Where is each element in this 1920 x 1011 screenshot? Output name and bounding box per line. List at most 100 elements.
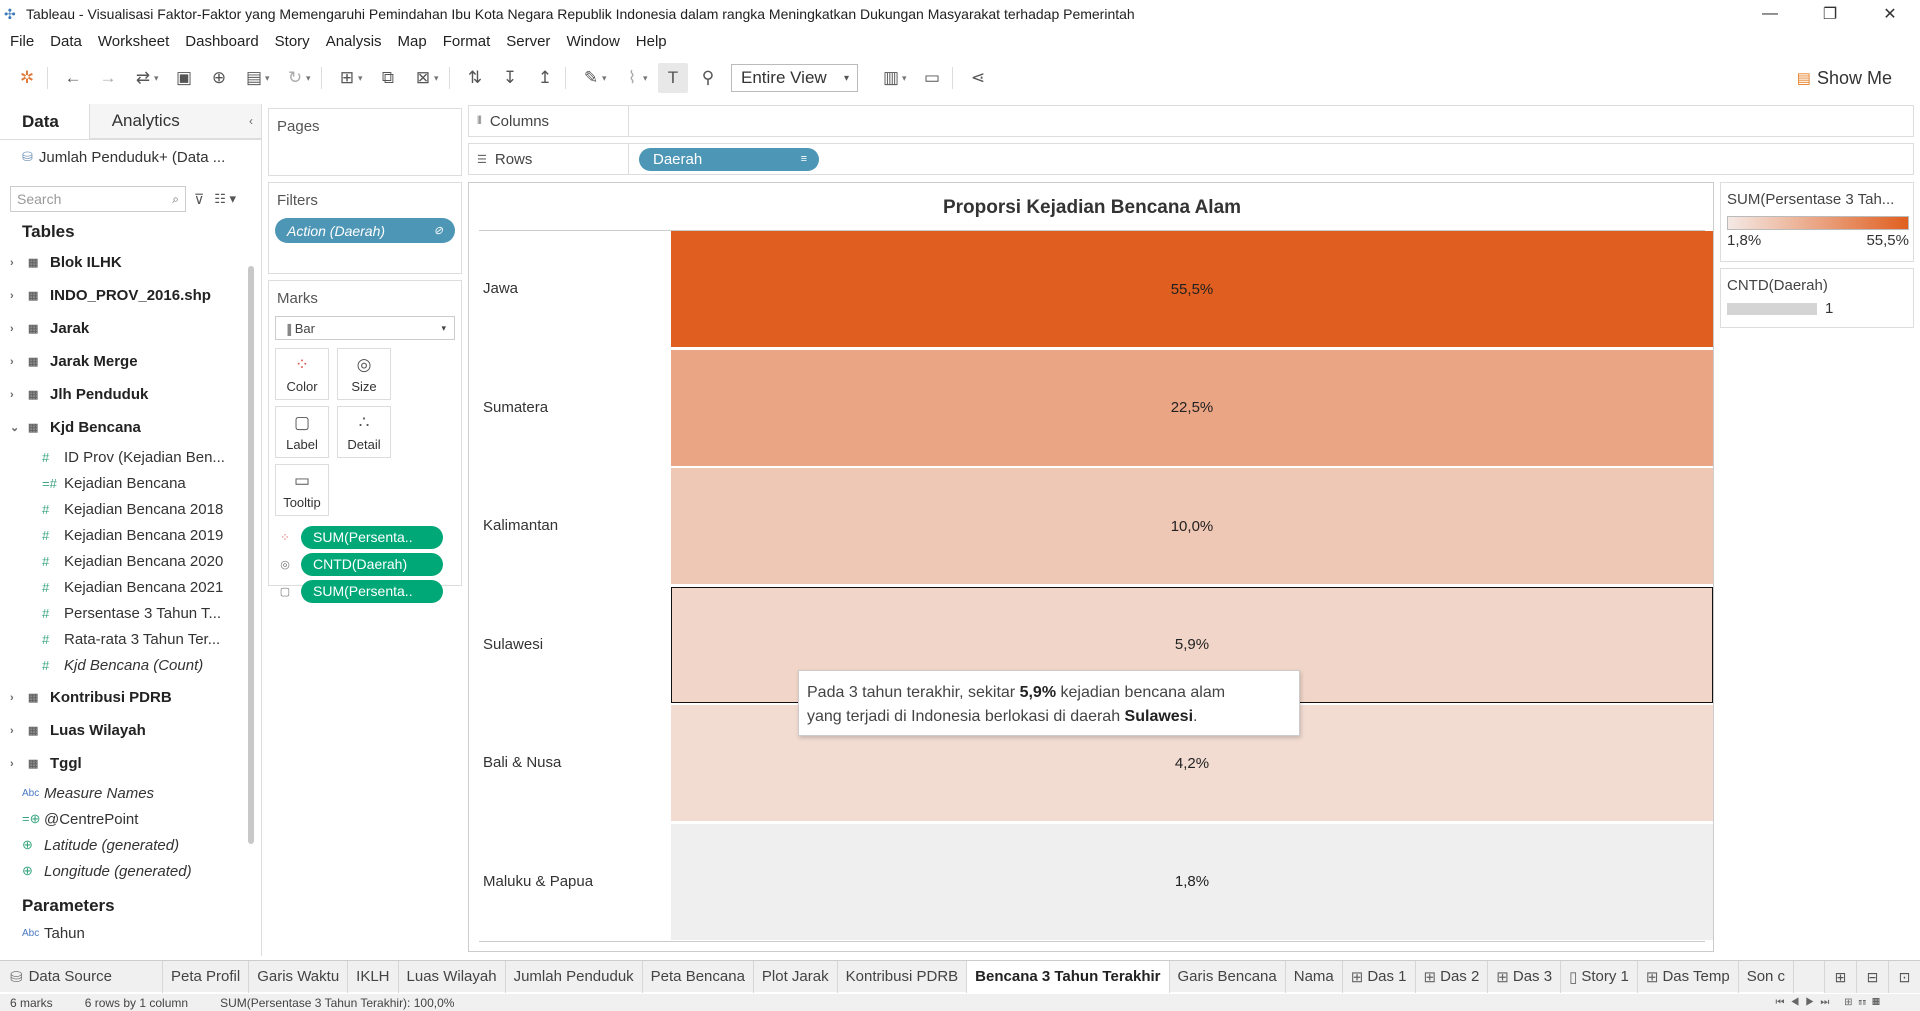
new-dashboard-icon[interactable]: ⊟ (1856, 961, 1888, 993)
marks-label-button[interactable]: ▢ Label (275, 406, 329, 458)
menu-analysis[interactable]: Analysis (318, 33, 390, 50)
redo-icon[interactable]: → (93, 63, 123, 93)
field-item[interactable]: Abc Measure Names (0, 780, 261, 806)
chevron-right-icon[interactable]: › (10, 257, 24, 269)
share-icon[interactable]: ⋖ (963, 63, 993, 93)
duplicate-sheet-icon[interactable]: ⧉ (373, 63, 403, 93)
menu-file[interactable]: File (2, 33, 42, 50)
color-pill[interactable]: SUM(Persenta.. (301, 525, 443, 549)
sheet-tab[interactable]: Peta Profil (163, 960, 250, 993)
sheet-tab[interactable]: Nama (1286, 960, 1343, 993)
rows-shelf[interactable]: ☰ Rows Daerah ≡ (468, 143, 1914, 175)
sheet-tab[interactable]: Garis Bencana (1170, 960, 1286, 993)
menu-window[interactable]: Window (558, 33, 627, 50)
table-item[interactable]: › ▦ Tggl (0, 747, 261, 780)
size-pill[interactable]: CNTD(Daerah) (301, 552, 443, 576)
restore-button[interactable]: ❐ (1800, 0, 1860, 28)
bar-mark[interactable]: 1,8% (671, 823, 1713, 940)
label-pill[interactable]: SUM(Persenta.. (301, 579, 443, 603)
sheet-tab[interactable]: ⊞ Das 2 (1416, 960, 1489, 993)
menu-worksheet[interactable]: Worksheet (90, 33, 177, 50)
marks-card[interactable]: Marks ▐ Bar ▾ ⁘ Color ◎ Size ▢ Label ∴ Detai… (268, 280, 462, 603)
minimize-button[interactable]: — (1740, 0, 1800, 28)
field-item[interactable]: =# Kejadian Bencana (0, 470, 261, 496)
marks-detail-button[interactable]: ∴ Detail (337, 406, 391, 458)
field-item[interactable]: ⊕ Longitude (generated) (0, 858, 261, 884)
mark-type-dropdown[interactable]: ▐ Bar ▾ (275, 316, 455, 340)
show-me-button[interactable]: ▤ Show Me (1797, 56, 1892, 100)
sheet-tab[interactable]: ⊞ Das 3 (1488, 960, 1562, 993)
sheet-tab[interactable]: Plot Jarak (754, 960, 838, 993)
chevron-down-icon[interactable]: ⌄ (10, 421, 24, 434)
table-item-expanded[interactable]: ⌄ ▦ Kjd Bencana (0, 411, 261, 444)
tableau-home-icon[interactable]: ✲ (12, 63, 42, 93)
chevron-down-icon[interactable]: ▾ (434, 73, 444, 84)
field-item[interactable]: # Kjd Bencana (Count) (0, 652, 261, 678)
table-item[interactable]: › ▦ Jarak (0, 312, 261, 345)
view-options-icon[interactable]: ☷ ▾ (214, 191, 236, 207)
table-item[interactable]: › ▦ Blok ILHK (0, 246, 261, 279)
sheet-navigation-icon[interactable]: ⏮◀▶⏭ ⊞☷▦ (1776, 997, 1887, 1008)
collapse-pane-icon[interactable]: ‹ (249, 114, 253, 128)
tab-data-source[interactable]: ⛁ Data Source (0, 960, 163, 993)
sheet-tab[interactable]: ▯ Story 1 (1561, 960, 1638, 993)
show-mark-labels-icon[interactable]: T (658, 63, 688, 93)
table-item[interactable]: › ▦ Jarak Merge (0, 345, 261, 378)
chevron-right-icon[interactable]: › (10, 290, 24, 302)
row-header-label[interactable]: Sumatera (483, 399, 548, 416)
sort-ascending-icon[interactable]: ↧ (495, 63, 525, 93)
chevron-down-icon[interactable]: ▾ (154, 73, 164, 84)
table-item[interactable]: › ▦ INDO_PROV_2016.shp (0, 279, 261, 312)
fit-dropdown[interactable]: Entire View ▾ (731, 64, 858, 92)
row-header-label[interactable]: Sulawesi (483, 636, 543, 653)
chevron-down-icon[interactable]: ▾ (643, 73, 653, 84)
tab-analytics[interactable]: Analytics ‹ (89, 104, 261, 139)
sheet-tab[interactable]: Son c (1739, 960, 1795, 993)
chevron-down-icon[interactable]: ▾ (902, 73, 912, 84)
row-header-label[interactable]: Kalimantan (483, 517, 558, 534)
field-item[interactable]: # Rata-rata 3 Tahun Ter... (0, 626, 261, 652)
sheet-tab[interactable]: Kontribusi PDRB (838, 960, 968, 993)
bar-mark[interactable]: 55,5% (671, 231, 1713, 347)
chevron-down-icon[interactable]: ▾ (358, 73, 368, 84)
menu-map[interactable]: Map (390, 33, 435, 50)
menu-story[interactable]: Story (267, 33, 318, 50)
search-input[interactable]: Search ⌕ (10, 186, 186, 212)
chevron-down-icon[interactable]: ▾ (265, 73, 275, 84)
field-item[interactable]: # Kejadian Bencana 2018 (0, 496, 261, 522)
field-item[interactable]: # Persentase 3 Tahun T... (0, 600, 261, 626)
row-header-label[interactable]: Maluku & Papua (483, 873, 593, 890)
size-legend[interactable]: CNTD(Daerah) 1 (1720, 268, 1914, 328)
sheet-tab[interactable]: Luas Wilayah (399, 960, 506, 993)
menu-server[interactable]: Server (498, 33, 558, 50)
row-header-label[interactable]: Bali & Nusa (483, 754, 561, 771)
sheet-tab[interactable]: ⊞ Das Temp (1638, 960, 1739, 993)
data-pane-scrollbar[interactable] (248, 266, 254, 844)
rows-pill-daerah[interactable]: Daerah ≡ (639, 147, 819, 171)
sheet-tab[interactable]: Bencana 3 Tahun Terakhir (967, 960, 1170, 993)
tab-data[interactable]: Data (0, 104, 90, 139)
field-item[interactable]: # Kejadian Bencana 2020 (0, 548, 261, 574)
chevron-down-icon[interactable]: ▾ (306, 73, 316, 84)
chevron-right-icon[interactable]: › (10, 692, 24, 704)
save-icon[interactable]: ▣ (169, 63, 199, 93)
menu-data[interactable]: Data (42, 33, 90, 50)
datasource-item[interactable]: ⛁ Jumlah Penduduk+ (Data ... (0, 140, 261, 174)
bar-mark[interactable]: 10,0% (671, 468, 1713, 584)
field-item[interactable]: # Kejadian Bencana 2021 (0, 574, 261, 600)
sheet-tab[interactable]: Jumlah Penduduk (506, 960, 643, 993)
table-item[interactable]: › ▦ Jlh Penduduk (0, 378, 261, 411)
table-item[interactable]: › ▦ Kontribusi PDRB (0, 681, 261, 714)
chevron-right-icon[interactable]: › (10, 356, 24, 368)
color-legend[interactable]: SUM(Persentase 3 Tah... 1,8% 55,5% (1720, 182, 1914, 262)
filters-card[interactable]: Filters Action (Daerah) ⊘ (268, 182, 462, 274)
bar-mark[interactable]: 22,5% (671, 349, 1713, 466)
viz-canvas[interactable]: Proporsi Kejadian Bencana Alam Jawa 55,5%… (468, 182, 1714, 952)
fix-axes-icon[interactable]: ⚲ (693, 63, 723, 93)
filter-icon[interactable]: ⊽ (194, 191, 204, 208)
menu-format[interactable]: Format (435, 33, 499, 50)
field-item[interactable]: ⊕ Latitude (generated) (0, 832, 261, 858)
filter-pill-action-daerah[interactable]: Action (Daerah) ⊘ (275, 218, 455, 243)
new-story-icon[interactable]: ⊡ (1888, 961, 1920, 993)
field-item[interactable]: # Kejadian Bencana 2019 (0, 522, 261, 548)
